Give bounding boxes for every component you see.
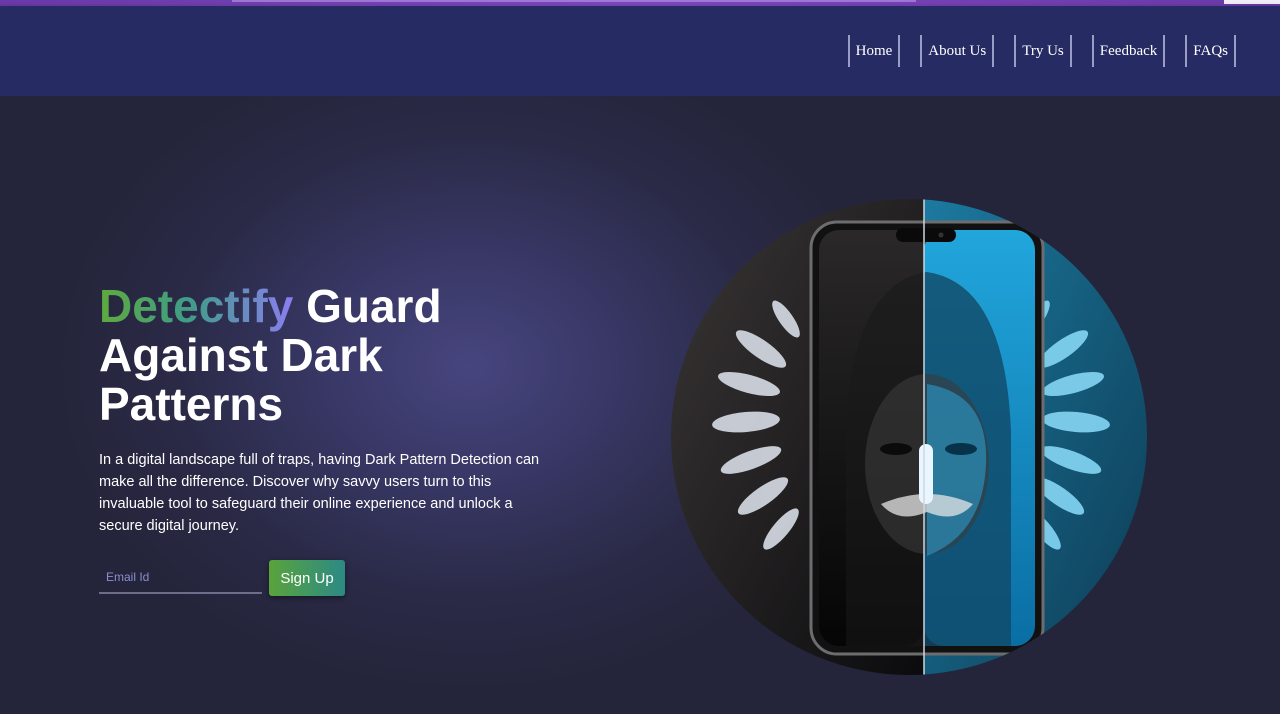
email-input[interactable] [99,561,262,594]
nav-feedback[interactable]: Feedback [1091,35,1166,67]
main-nav: Home About Us Try Us Feedback FAQs [847,35,1236,67]
hero-image [671,199,1147,675]
site-header: Home About Us Try Us Feedback FAQs [0,6,1280,96]
signup-button[interactable]: Sign Up [269,560,345,596]
nav-faqs[interactable]: FAQs [1185,35,1236,67]
nav-about-us[interactable]: About Us [920,35,995,67]
hero-description: In a digital landscape full of traps, ha… [99,452,540,534]
nav-home[interactable]: Home [847,35,901,67]
nav-try-us[interactable]: Try Us [1014,35,1072,67]
browser-strip-box [1224,0,1280,4]
browser-strip-bar [232,0,916,2]
hero-title: Detectify Guard Against Dark Patterns [99,282,519,429]
hero-section: Detectify Guard Against Dark Patterns In… [0,96,1280,714]
brand-name: Detectify [99,280,294,332]
